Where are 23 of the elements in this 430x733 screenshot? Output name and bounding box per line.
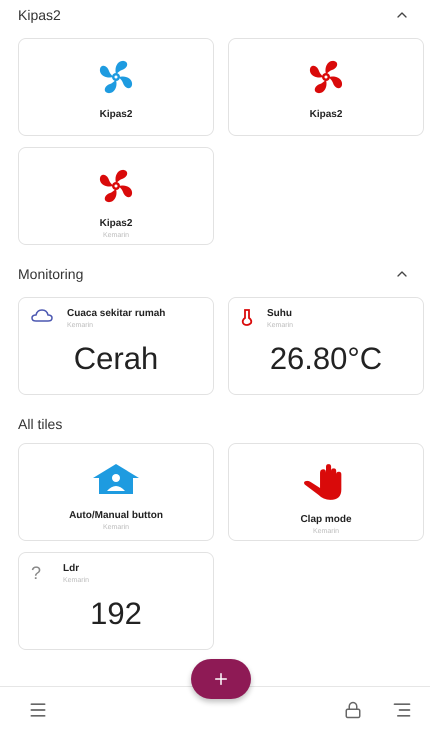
plus-icon xyxy=(212,670,230,688)
lock-icon xyxy=(344,701,362,719)
tile-label: Kipas2 xyxy=(100,109,132,120)
tile-label: Kipas2 xyxy=(100,218,132,229)
sensor-value: Cerah xyxy=(74,341,158,377)
device-tile[interactable]: Kipas2 xyxy=(228,38,424,136)
add-button[interactable] xyxy=(191,659,251,699)
section-title: All tiles xyxy=(18,416,62,432)
thermometer-icon xyxy=(241,308,253,326)
tile-label: Auto/Manual button xyxy=(69,510,163,521)
tile-label: Kipas2 xyxy=(310,109,342,120)
sensor-value: 26.80°C xyxy=(270,341,382,377)
section-title: Kipas2 xyxy=(18,7,61,23)
tile-label: Cuaca sekitar rumah xyxy=(67,308,166,319)
question-icon: ? xyxy=(31,563,49,584)
tile-label: Ldr xyxy=(63,563,80,574)
device-tile[interactable]: Kipas2 xyxy=(18,38,214,136)
tile-label: Suhu xyxy=(267,308,293,319)
cloud-icon xyxy=(31,308,53,322)
section-title: Monitoring xyxy=(18,266,84,282)
tile-label: Clap mode xyxy=(300,514,352,525)
sensor-value: 192 xyxy=(90,596,142,632)
lock-button[interactable] xyxy=(344,701,362,719)
